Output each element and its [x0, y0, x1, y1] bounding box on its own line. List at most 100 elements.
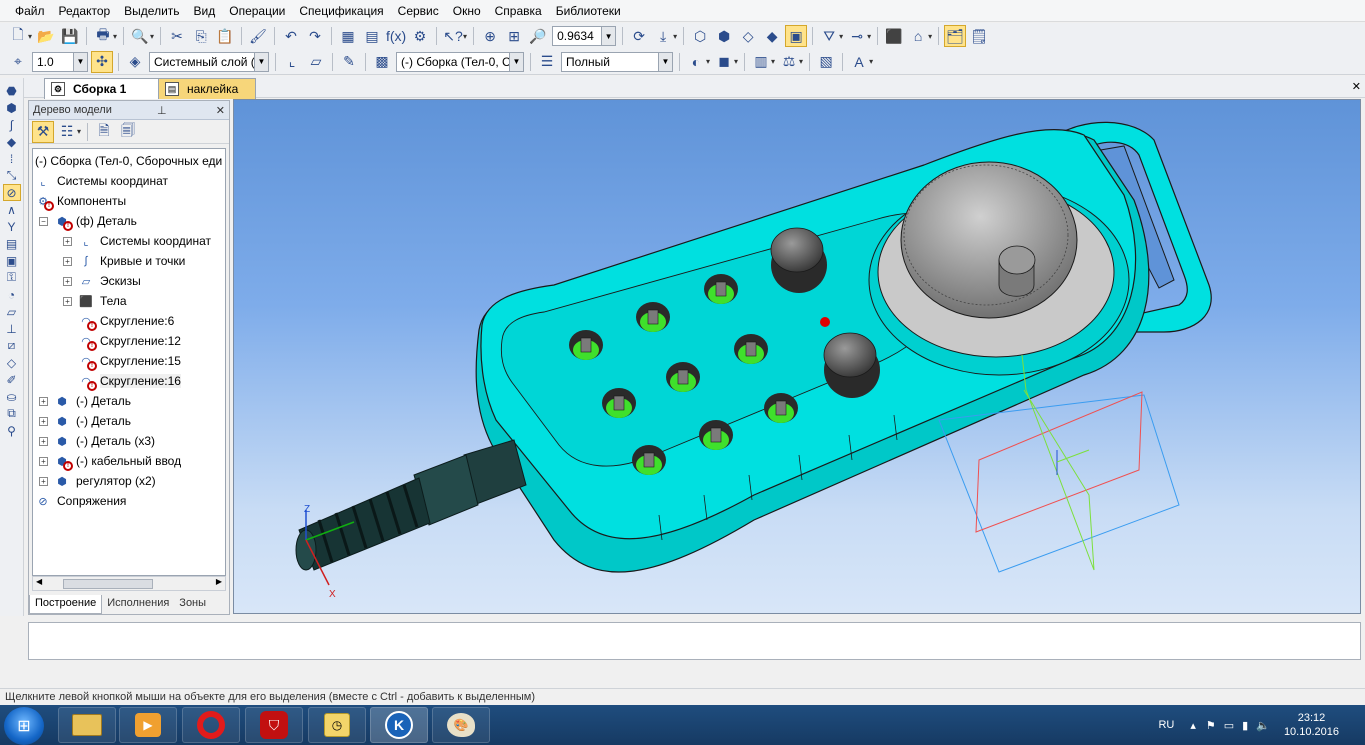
diag-plane-icon[interactable]: ◇ [3, 354, 21, 371]
orientation-icon[interactable]: ⤓ [652, 25, 674, 47]
expand-icon[interactable]: + [39, 436, 48, 446]
halftone-edges-icon[interactable]: ▣ [785, 25, 808, 47]
properties-icon[interactable]: 🗒 [968, 25, 990, 47]
cut-icon[interactable]: ✂ [166, 25, 188, 47]
tree-item-curves[interactable]: + ∫ Кривые и точки [63, 251, 185, 271]
hidden-lines-icon[interactable]: ⬢ [713, 25, 735, 47]
assembly-icon[interactable]: ▩ [371, 51, 393, 73]
view-orientation-icon[interactable]: ◐ [685, 51, 707, 73]
clock[interactable]: 23:12 10.10.2016 [1284, 711, 1339, 739]
expand-icon[interactable]: + [39, 456, 48, 466]
menu-service[interactable]: Сервис [391, 0, 446, 22]
wireframe-icon[interactable]: ⬡ [689, 25, 711, 47]
chevron-down-icon[interactable]: ▼ [73, 52, 87, 71]
paste-icon[interactable]: 📋 [214, 25, 236, 47]
tree-item-part-x3[interactable]: + ⬢ (-) Деталь (x3) [39, 431, 155, 451]
expand-icon[interactable]: + [63, 256, 72, 266]
copy-icon[interactable]: ⎘ [190, 25, 212, 47]
network-icon[interactable]: ▮ [1242, 719, 1248, 732]
tab-construction[interactable]: Построение [29, 595, 103, 614]
reports-icon[interactable]: ▣ [3, 252, 21, 269]
local-cs-icon[interactable]: ⌖ [7, 51, 29, 73]
menu-file[interactable]: Файл [8, 0, 52, 22]
text-icon[interactable]: A [848, 51, 870, 73]
chevron-down-icon[interactable]: ▼ [658, 52, 672, 71]
measure-icon[interactable]: ⚖ [778, 51, 800, 73]
start-button[interactable]: ⊞ [4, 707, 44, 745]
filter-icon[interactable]: ⛛ [818, 25, 840, 47]
layers-tool-icon[interactable]: ⧉ [3, 405, 21, 422]
collapse-icon[interactable]: − [39, 216, 48, 226]
mode-combo[interactable]: Полный ▼ [561, 51, 673, 72]
menu-help[interactable]: Справка [488, 0, 549, 22]
scroll-left-icon[interactable]: ◀ [36, 577, 42, 586]
expand-icon[interactable]: + [39, 416, 48, 426]
expand-icon[interactable]: + [39, 396, 48, 406]
component-icon[interactable]: ⬛ [883, 25, 905, 47]
tree-item-part-3[interactable]: + ⬢ (-) Деталь [39, 411, 131, 431]
tree-doc-icon[interactable]: 🗎 [93, 121, 115, 143]
tree-item-mates[interactable]: ⊘ Сопряжения [35, 491, 126, 511]
sketch-icon[interactable]: ✎ [338, 51, 360, 73]
chevron-down-icon[interactable]: ▼ [509, 52, 523, 71]
macro-icon[interactable]: ⚙ [409, 25, 431, 47]
tab-sticker[interactable]: ▤ наклейка [158, 78, 256, 99]
chevron-down-icon[interactable]: ▼ [254, 52, 268, 71]
menu-libraries[interactable]: Библиотеки [549, 0, 628, 22]
tree-horizontal-scrollbar[interactable]: ◀ ▶ [32, 576, 226, 591]
tree-item-bodies[interactable]: + ⬛ Тела [63, 291, 127, 311]
tree-item-fillet-12[interactable]: ◠! Скругление:12 [78, 331, 181, 351]
color-display-icon[interactable]: ◼ [713, 51, 735, 73]
assembly-combo[interactable]: (-) Сборка (Тел-0, С ▼ [396, 51, 524, 72]
taskbar-paint[interactable]: 🎨 [432, 707, 490, 743]
zoom-combo[interactable]: 0.9634 ▼ [552, 26, 617, 46]
zoom-window-icon[interactable]: ⊞ [503, 25, 525, 47]
chevron-down-icon[interactable]: ▼ [601, 27, 616, 45]
array-icon[interactable]: ⁞ [3, 150, 21, 167]
close-icon[interactable]: ✕ [212, 104, 229, 117]
menu-window[interactable]: Окно [446, 0, 488, 22]
model-viewport[interactable]: Z X [233, 99, 1361, 614]
axis-icon[interactable]: ⊥ [3, 320, 21, 337]
tree-item-fillet-15[interactable]: ◠! Скругление:15 [78, 351, 181, 371]
tree-toggle-icon[interactable]: 🗂 [944, 25, 967, 47]
spec-icon[interactable]: ▥ [750, 51, 772, 73]
layer-combo[interactable]: Системный слой (0) ▼ [149, 51, 269, 72]
flag-icon[interactable]: ⚑ [1206, 719, 1216, 732]
save-icon[interactable]: 💾 [59, 25, 81, 47]
redo-icon[interactable]: ↷ [304, 25, 326, 47]
tree-props-icon[interactable]: 🗐 [117, 121, 139, 143]
tree-item-fillet-16[interactable]: ◠! Скругление:16 [78, 371, 181, 391]
undo-icon[interactable]: ↶ [280, 25, 302, 47]
tree-item-cable-gland[interactable]: + ⬢! (-) кабельный ввод [39, 451, 181, 471]
menu-view[interactable]: Вид [187, 0, 223, 22]
tree-item-part-2[interactable]: + ⬢ (-) Деталь [39, 391, 131, 411]
taskbar-scheduler[interactable]: ◷ [308, 707, 366, 743]
layer-icon[interactable]: ◈ [124, 51, 146, 73]
zoom-icon[interactable]: 🔎 [527, 25, 549, 47]
pin-icon[interactable]: ⊥ [153, 104, 171, 117]
tree-view-icon[interactable]: ☷ [56, 121, 78, 143]
expand-icon[interactable]: + [63, 236, 72, 246]
rotate-icon[interactable]: ⟳ [628, 25, 650, 47]
solid-icon[interactable]: ⬢ [3, 99, 21, 116]
print-icon[interactable]: 🖶 [92, 25, 114, 47]
menu-edit[interactable]: Редактор [52, 0, 118, 22]
halftone-icon[interactable]: ◆ [761, 25, 783, 47]
curve-icon[interactable]: ∫ [3, 116, 21, 133]
open-file-icon[interactable]: 📂 [35, 25, 57, 47]
menu-specification[interactable]: Спецификация [292, 0, 390, 22]
preview-icon[interactable]: 🔍 [129, 25, 151, 47]
format-brush-icon[interactable]: 🖌 [247, 25, 269, 47]
aux-geometry-icon[interactable]: ⤡ [3, 167, 21, 184]
tree-item-part-f[interactable]: − ⬢! (ф) Деталь [39, 211, 137, 231]
edit-plane-icon[interactable]: ✐ [3, 371, 21, 388]
tree-structure-icon[interactable]: ⚒ [32, 120, 54, 143]
taskbar-explorer[interactable] [58, 707, 116, 743]
spec-tool-icon[interactable]: ▤ [3, 235, 21, 252]
tree-item-part-coordinate-systems[interactable]: + ⌞ Системы координат [63, 231, 211, 251]
measure-tool-icon[interactable]: ∧ [3, 201, 21, 218]
ortho-icon[interactable]: ✣ [91, 50, 113, 73]
language-indicator[interactable]: RU [1158, 719, 1174, 731]
tree-item-fillet-6[interactable]: ◠! Скругление:6 [78, 311, 174, 331]
